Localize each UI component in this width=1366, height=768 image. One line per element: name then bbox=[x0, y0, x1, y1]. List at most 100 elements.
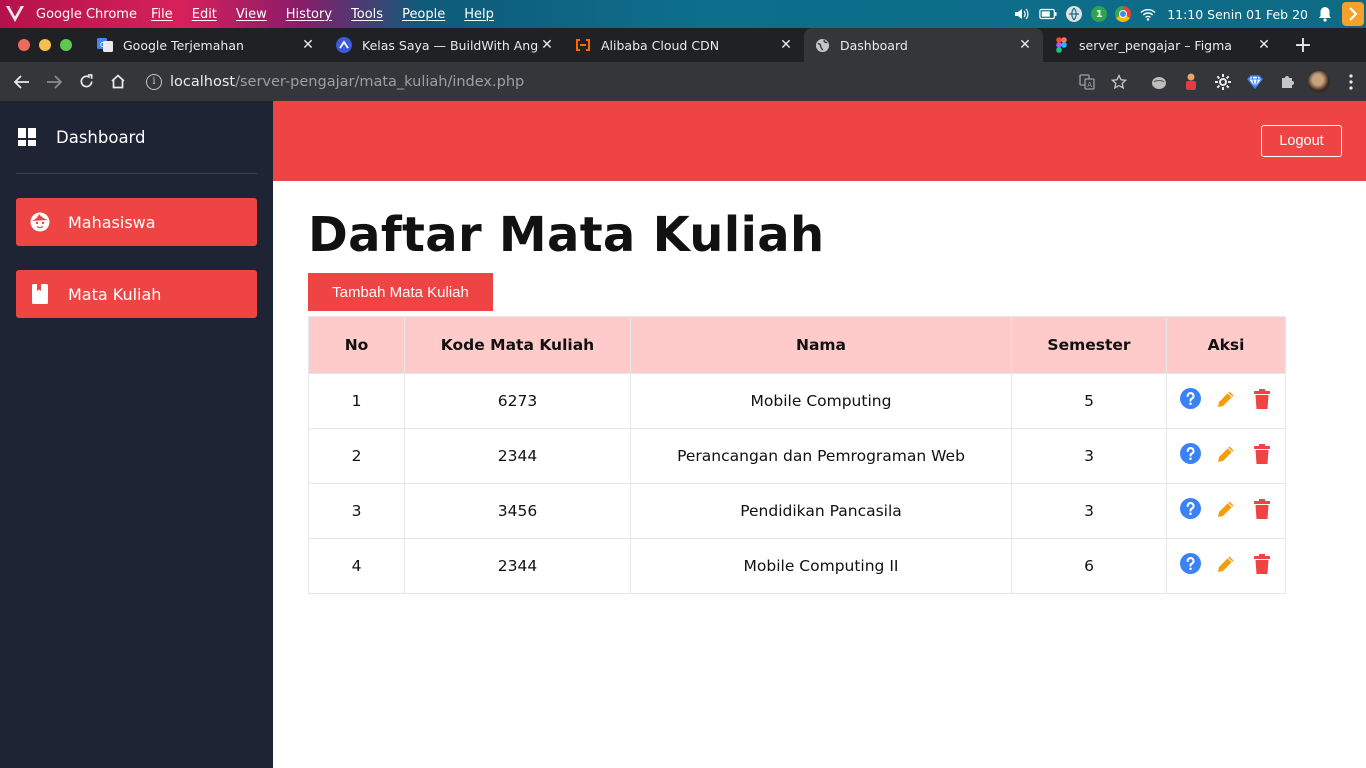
bookmark-star-icon[interactable] bbox=[1108, 71, 1130, 93]
forward-arrow-icon[interactable] bbox=[38, 66, 70, 98]
main-content: Daftar Mata Kuliah Tambah Mata Kuliah No… bbox=[273, 181, 1366, 768]
sidebar-item-label: Mahasiswa bbox=[68, 212, 156, 232]
network-icon[interactable] bbox=[1065, 5, 1083, 23]
sidebar: Dashboard Mahasiswa Mata Kuliah bbox=[0, 101, 273, 768]
tab-figma[interactable]: server_pengajar – Figma ✕ bbox=[1043, 28, 1282, 62]
edit-icon[interactable] bbox=[1215, 443, 1237, 465]
cell-kode: 6273 bbox=[404, 373, 631, 429]
table-row: 3 3456 Pendidikan Pancasila 3 bbox=[308, 483, 1286, 539]
bell-icon[interactable] bbox=[1316, 5, 1334, 23]
menu-edit[interactable]: Edit bbox=[192, 7, 217, 22]
tab-close-icon[interactable]: ✕ bbox=[1017, 37, 1033, 53]
tab-alibaba-cloud-cdn[interactable]: Alibaba Cloud CDN ✕ bbox=[565, 28, 804, 62]
row-actions bbox=[1167, 388, 1285, 410]
menu-help[interactable]: Help bbox=[464, 7, 494, 22]
tab-title: Dashboard bbox=[840, 37, 908, 53]
translate-page-icon[interactable]: A bbox=[1076, 71, 1098, 93]
tab-close-icon[interactable]: ✕ bbox=[300, 37, 316, 53]
cell-semester: 3 bbox=[1011, 483, 1167, 539]
tab-title: Alibaba Cloud CDN bbox=[601, 37, 720, 53]
delete-icon[interactable] bbox=[1251, 498, 1273, 520]
tab-google-terjemahan[interactable]: G Google Terjemahan ✕ bbox=[87, 28, 326, 62]
tab-dashboard[interactable]: Dashboard ✕ bbox=[804, 28, 1043, 62]
os-menu-bar: Google Chrome File Edit View History Too… bbox=[0, 0, 1366, 28]
table-row: 4 2344 Mobile Computing II 6 bbox=[308, 538, 1286, 594]
reload-icon[interactable] bbox=[70, 66, 102, 98]
next-arrow-icon[interactable] bbox=[1342, 2, 1364, 26]
extensions-puzzle-icon[interactable] bbox=[1276, 71, 1298, 93]
menu-tools[interactable]: Tools bbox=[351, 7, 383, 22]
book-icon bbox=[30, 284, 50, 304]
tab-close-icon[interactable]: ✕ bbox=[539, 37, 555, 53]
window-controls bbox=[18, 39, 72, 51]
os-app-name[interactable]: Google Chrome bbox=[36, 7, 137, 22]
menu-file[interactable]: File bbox=[151, 7, 173, 22]
delete-icon[interactable] bbox=[1251, 553, 1273, 575]
clock[interactable]: 11:10 Senin 01 Feb 20 bbox=[1167, 7, 1308, 22]
menu-view[interactable]: View bbox=[236, 7, 267, 22]
battery-icon[interactable] bbox=[1039, 5, 1057, 23]
notification-count-badge[interactable]: 1 bbox=[1091, 6, 1108, 22]
cell-semester: 3 bbox=[1011, 428, 1167, 484]
cell-semester: 5 bbox=[1011, 373, 1167, 429]
help-icon[interactable] bbox=[1179, 498, 1201, 520]
sidebar-item-mahasiswa[interactable]: Mahasiswa bbox=[16, 198, 257, 246]
tab-close-icon[interactable]: ✕ bbox=[778, 37, 794, 53]
address-bar[interactable]: i localhost/server-pengajar/mata_kuliah/… bbox=[146, 73, 525, 90]
tab-title: server_pengajar – Figma bbox=[1079, 37, 1232, 53]
profile-avatar[interactable] bbox=[1308, 70, 1330, 93]
tab-kelas-saya[interactable]: Kelas Saya — BuildWith Angga ✕ bbox=[326, 28, 565, 62]
edit-icon[interactable] bbox=[1215, 553, 1237, 575]
extension-figure-icon[interactable] bbox=[1180, 71, 1202, 93]
add-course-button[interactable]: Tambah Mata Kuliah bbox=[308, 273, 493, 311]
sidebar-brand-label: Dashboard bbox=[56, 128, 146, 147]
new-tab-button[interactable]: + bbox=[1288, 28, 1318, 62]
row-actions bbox=[1167, 498, 1285, 520]
delete-icon[interactable] bbox=[1251, 388, 1273, 410]
column-header-semester: Semester bbox=[1011, 316, 1167, 374]
extension-diamond-icon[interactable] bbox=[1244, 71, 1266, 93]
tab-close-icon[interactable]: ✕ bbox=[1256, 37, 1272, 53]
help-icon[interactable] bbox=[1179, 388, 1201, 410]
sidebar-divider bbox=[16, 173, 257, 174]
cell-kode: 3456 bbox=[404, 483, 631, 539]
cell-aksi bbox=[1166, 483, 1286, 539]
help-icon[interactable] bbox=[1179, 553, 1201, 575]
back-arrow-icon[interactable] bbox=[6, 66, 38, 98]
url-path: /server-pengajar/mata_kuliah/index.php bbox=[235, 73, 525, 90]
svg-text:A: A bbox=[1087, 81, 1092, 89]
menu-people[interactable]: People bbox=[402, 7, 445, 22]
wifi-icon[interactable] bbox=[1139, 5, 1157, 23]
site-info-icon[interactable]: i bbox=[146, 73, 162, 90]
window-minimize-button[interactable] bbox=[39, 39, 51, 51]
help-icon[interactable] bbox=[1179, 443, 1201, 465]
edit-icon[interactable] bbox=[1215, 498, 1237, 520]
os-logo-icon[interactable] bbox=[2, 0, 28, 28]
chrome-icon[interactable] bbox=[1115, 6, 1132, 22]
edit-icon[interactable] bbox=[1215, 388, 1237, 410]
extension-gear-icon[interactable] bbox=[1212, 71, 1234, 93]
delete-icon[interactable] bbox=[1251, 443, 1273, 465]
extension-shell-icon[interactable] bbox=[1148, 71, 1170, 93]
column-header-kode: Kode Mata Kuliah bbox=[404, 316, 631, 374]
home-icon[interactable] bbox=[102, 66, 134, 98]
cell-kode: 2344 bbox=[404, 428, 631, 484]
row-actions bbox=[1167, 443, 1285, 465]
cell-nama: Mobile Computing II bbox=[630, 538, 1012, 594]
more-menu-icon[interactable] bbox=[1340, 71, 1362, 93]
cell-aksi bbox=[1166, 538, 1286, 594]
sidebar-brand[interactable]: Dashboard bbox=[18, 128, 146, 147]
logout-button[interactable]: Logout bbox=[1261, 125, 1342, 157]
volume-icon[interactable] bbox=[1013, 5, 1031, 23]
page-header: Logout bbox=[273, 101, 1366, 181]
figma-icon bbox=[1053, 37, 1069, 53]
tab-title: Google Terjemahan bbox=[123, 37, 244, 53]
window-close-button[interactable] bbox=[18, 39, 30, 51]
os-menu: File Edit View History Tools People Help bbox=[151, 7, 494, 22]
page-title: Daftar Mata Kuliah bbox=[308, 207, 825, 263]
alibaba-cloud-icon bbox=[575, 37, 591, 53]
window-maximize-button[interactable] bbox=[60, 39, 72, 51]
sidebar-item-mata-kuliah[interactable]: Mata Kuliah bbox=[16, 270, 257, 318]
svg-text:G: G bbox=[100, 41, 105, 49]
menu-history[interactable]: History bbox=[286, 7, 332, 22]
